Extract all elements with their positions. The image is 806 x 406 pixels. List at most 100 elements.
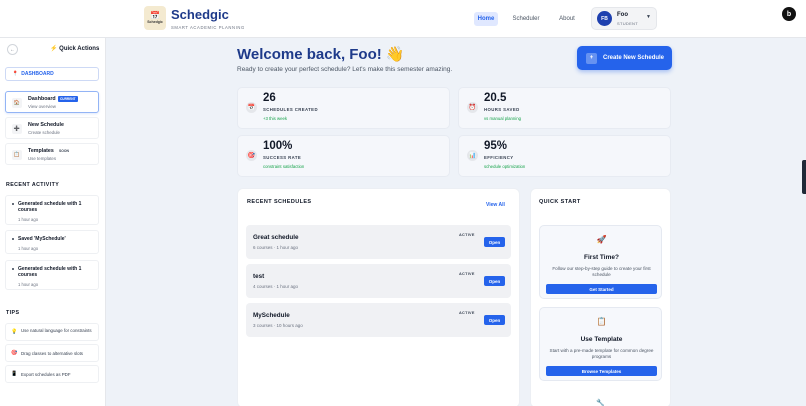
- card-description: Follow our step-by-step guide to create …: [552, 266, 651, 277]
- schedule-row[interactable]: Great schedule 6 courses · 1 hour ago AC…: [246, 225, 511, 259]
- schedule-name: test: [253, 273, 265, 280]
- phone-icon: 📱: [11, 371, 18, 377]
- sidebar-item-templates[interactable]: 📋 Templates SOON Use templates: [5, 143, 99, 165]
- bullet-icon: [12, 238, 14, 240]
- status-badge: ACTIVE: [459, 311, 475, 315]
- schedule-row[interactable]: test 4 courses · 1 hour ago ACTIVE Open: [246, 264, 511, 298]
- user-role: STUDENT: [617, 21, 638, 26]
- schedule-name: MySchedule: [253, 312, 290, 319]
- view-all-link[interactable]: View All: [486, 202, 505, 208]
- nav-scheduler[interactable]: Scheduler: [510, 12, 542, 26]
- tips-title: TIPS: [6, 310, 20, 316]
- tip-text: Drag classes to alternative slots: [21, 351, 83, 356]
- browse-templates-button[interactable]: Browse Templates: [546, 366, 657, 376]
- pin-icon: 📍: [12, 71, 19, 77]
- dashboard-link-label: DASHBOARD: [21, 71, 54, 77]
- target-icon: 🎯: [246, 150, 257, 161]
- nav-home[interactable]: Home: [474, 12, 498, 26]
- activity-time: 1 hour ago: [18, 282, 39, 287]
- sidebar-item-new-schedule[interactable]: ➕ New Schedule Create schedule: [5, 117, 99, 139]
- schedule-meta: 4 courses · 1 hour ago: [253, 284, 299, 289]
- schedule-row[interactable]: MySchedule 3 courses · 10 hours ago ACTI…: [246, 303, 511, 337]
- rocket-icon: 🚀: [596, 235, 607, 244]
- stat-value: 95%: [484, 140, 508, 152]
- nav-about[interactable]: About: [555, 12, 579, 26]
- current-badge: CURRENT: [58, 96, 78, 102]
- bar-chart-icon: 📊: [467, 150, 478, 161]
- stat-label: EFFICIENCY: [484, 155, 514, 160]
- stat-card-success: 🎯 100% SUCCESS RATE constraint satisfact…: [237, 135, 450, 177]
- tip-item: 💡 Use natural language for constraints: [5, 323, 99, 341]
- open-button[interactable]: Open: [484, 315, 505, 325]
- card-title: Use Template: [580, 336, 623, 343]
- sidebar-item-title: New Schedule: [28, 122, 64, 128]
- bullet-icon: [12, 203, 14, 205]
- stat-value: 20.5: [484, 92, 507, 104]
- stat-value: 26: [263, 92, 276, 104]
- stat-label: HOURS SAVED: [484, 107, 520, 112]
- calendar-icon: 📅: [246, 102, 257, 113]
- activity-item[interactable]: Saved 'MySchedule' 1 hour ago: [5, 230, 99, 254]
- stat-note: constraint satisfaction: [263, 164, 305, 169]
- user-menu[interactable]: FB Foo STUDENT ▼: [591, 7, 657, 30]
- schedule-meta: 6 courses · 1 hour ago: [253, 245, 299, 250]
- logo[interactable]: 📅 Schedgic: [144, 6, 166, 30]
- tip-text: Export schedules as PDF: [21, 372, 71, 377]
- stat-note: vs manual planning: [484, 116, 522, 121]
- card-description: Start with a pre-made template for commo…: [549, 348, 654, 359]
- alarm-clock-icon: ⏰: [467, 102, 478, 113]
- welcome-heading: Welcome back, Foo! 👋: [237, 46, 405, 63]
- stat-card-efficiency: 📊 95% EFFICIENCY schedule optimization: [458, 135, 671, 177]
- open-button[interactable]: Open: [484, 276, 505, 286]
- brand-name[interactable]: Schedgic: [171, 7, 229, 22]
- create-button-label: Create New Schedule: [603, 55, 665, 61]
- stat-note: schedule optimization: [484, 164, 526, 169]
- activity-text: Generated schedule with 1 courses: [18, 201, 82, 213]
- partial-card-icon: 🔧: [596, 400, 605, 406]
- dashboard-link[interactable]: 📍 DASHBOARD: [5, 67, 99, 81]
- stat-label: SUCCESS RATE: [263, 155, 302, 160]
- tip-item: 📱 Export schedules as PDF: [5, 365, 99, 383]
- target-icon: 🎯: [11, 350, 18, 356]
- quick-start-card-template: 📋 Use Template Start with a pre-made tem…: [539, 307, 662, 381]
- calendar-icon: 📅: [150, 11, 160, 20]
- get-started-button[interactable]: Get Started: [546, 284, 657, 294]
- dashboard-icon: 🏠: [12, 98, 22, 108]
- open-button[interactable]: Open: [484, 237, 505, 247]
- sidebar-item-title: Templates: [28, 148, 54, 154]
- activity-text: Generated schedule with 1 courses: [18, 266, 82, 278]
- welcome-subtitle: Ready to create your perfect schedule? L…: [237, 66, 453, 73]
- sidebar-item-dashboard[interactable]: 🏠 Dashboard CURRENT View overview: [5, 91, 99, 113]
- sidebar-item-subtitle: Use templates: [28, 156, 57, 161]
- side-panel-handle[interactable]: [802, 160, 806, 194]
- stat-label: SCHEDULES CREATED: [263, 107, 318, 112]
- clipboard-icon: 📋: [596, 317, 607, 326]
- extension-badge-icon[interactable]: b: [782, 7, 796, 21]
- activity-time: 1 hour ago: [18, 217, 39, 222]
- lightning-icon: ⚡: [50, 46, 58, 52]
- avatar: FB: [597, 11, 612, 26]
- stat-note: +3 this week: [263, 116, 288, 121]
- quick-start-card-first-time: 🚀 First Time? Follow our step-by-step gu…: [539, 225, 662, 299]
- collapse-sidebar-button[interactable]: ←: [7, 44, 18, 55]
- sidebar-title: ⚡ Quick Actions: [50, 45, 99, 52]
- create-new-schedule-button[interactable]: + Create New Schedule: [577, 46, 672, 70]
- soon-badge: SOON: [59, 149, 69, 153]
- tip-text: Use natural language for constraints: [21, 328, 92, 333]
- card-title: First Time?: [584, 254, 619, 261]
- brand-tagline: SMART ACADEMIC PLANNING: [171, 25, 245, 30]
- stat-card-hours: ⏰ 20.5 HOURS SAVED vs manual planning: [458, 87, 671, 129]
- activity-item[interactable]: Generated schedule with 1 courses 1 hour…: [5, 195, 99, 225]
- logo-text: Schedgic: [147, 20, 163, 24]
- plus-icon: ➕: [12, 124, 22, 134]
- status-badge: ACTIVE: [459, 233, 475, 237]
- activity-text: Saved 'MySchedule': [18, 236, 66, 242]
- recent-activity-title: RECENT ACTIVITY: [6, 182, 60, 188]
- activity-item[interactable]: Generated schedule with 1 courses 1 hour…: [5, 260, 99, 290]
- recent-schedules-title: RECENT SCHEDULES: [247, 199, 312, 205]
- top-header: 📅 Schedgic Schedgic SMART ACADEMIC PLANN…: [0, 0, 806, 38]
- stat-card-schedules: 📅 26 SCHEDULES CREATED +3 this week: [237, 87, 450, 129]
- quick-start-title: QUICK START: [539, 199, 581, 205]
- sidebar-item-title: Dashboard: [28, 96, 56, 102]
- status-badge: ACTIVE: [459, 272, 475, 276]
